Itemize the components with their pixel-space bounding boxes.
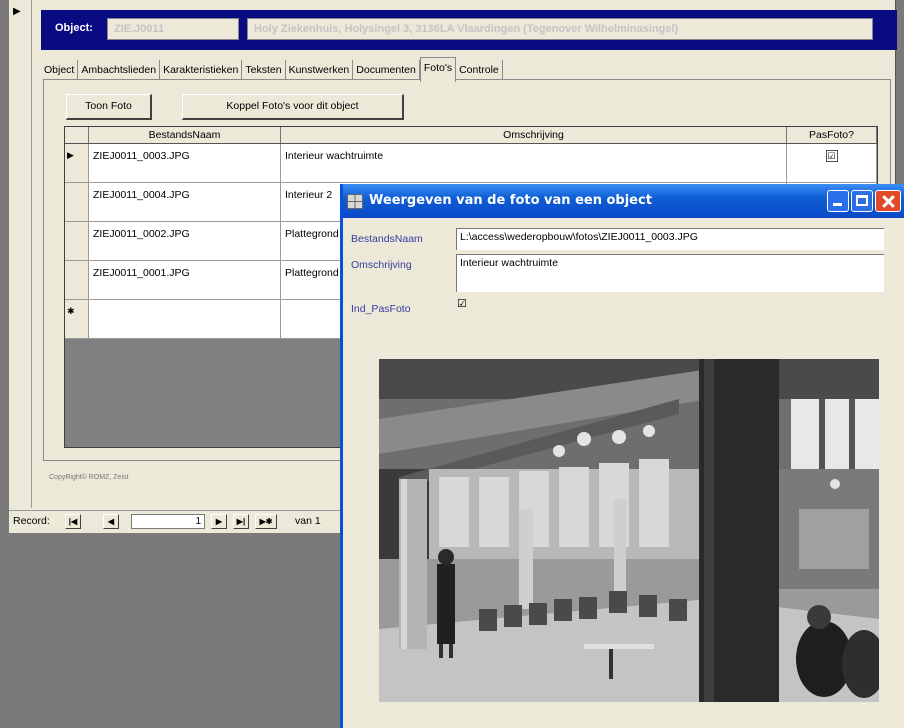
tab-teksten[interactable]: Teksten (242, 60, 286, 80)
filename-cell[interactable]: ZIEJ0011_0001.JPG (89, 261, 281, 299)
filename-cell[interactable]: ZIEJ0011_0002.JPG (89, 222, 281, 260)
record-count: van 1 (295, 515, 321, 527)
object-description-field[interactable]: Holy Ziekenhuis, Holysingel 3, 3136LA Vl… (247, 18, 873, 40)
window-titlebar[interactable]: Weergeven van de foto van een object (343, 184, 904, 218)
tab-karakteristieken[interactable]: Karakteristieken (160, 60, 243, 80)
new-record-button[interactable]: ▶✱ (255, 514, 277, 529)
maximize-button[interactable] (851, 190, 873, 212)
filename-cell[interactable] (89, 300, 281, 338)
pasfoto-checkbox[interactable]: ☑ (825, 150, 838, 162)
table-row[interactable]: ▶ ZIEJ0011_0003.JPG Interieur wachtruimt… (65, 144, 877, 183)
row-selector[interactable] (65, 222, 89, 260)
omschrijving-label: Omschrijving (351, 259, 412, 271)
tab-object[interactable]: Object (41, 60, 79, 80)
header-omschrijving[interactable]: Omschrijving (281, 127, 787, 143)
tab-fotos[interactable]: Foto's (419, 57, 457, 82)
last-record-button[interactable]: ▶| (233, 514, 249, 529)
record-selector-column[interactable]: ▶ (9, 0, 32, 508)
row-selector[interactable] (65, 183, 89, 221)
close-button[interactable] (875, 190, 901, 212)
first-record-button[interactable]: |◀ (65, 514, 81, 529)
tab-ambachtslieden[interactable]: Ambachtslieden (78, 60, 161, 80)
tab-strip: Object Ambachtslieden Karakteristieken T… (41, 57, 503, 82)
object-id-field[interactable]: ZIE.J0011 (107, 18, 239, 40)
row-selector[interactable] (65, 261, 89, 299)
object-label: Object: (55, 22, 93, 34)
filename-cell[interactable]: ZIEJ0011_0004.JPG (89, 183, 281, 221)
form-window-icon (347, 194, 363, 209)
pasfoto-checkbox[interactable]: ☑ (457, 297, 467, 310)
record-number-input[interactable]: 1 (131, 514, 205, 529)
toon-foto-button[interactable]: Toon Foto (66, 94, 152, 120)
koppel-fotos-button[interactable]: Koppel Foto's voor dit object (182, 94, 404, 120)
previous-record-button[interactable]: ◀ (103, 514, 119, 529)
record-navigation-bar: Record: |◀ ◀ 1 ▶ ▶| ▶✱ van 1 (9, 510, 349, 533)
copyright-text: CopyRight© ROMZ, Zeist (49, 474, 129, 481)
photo-viewer-window: Weergeven van de foto van een object Bes… (340, 184, 904, 728)
select-all-corner[interactable] (65, 127, 89, 143)
record-label: Record: (13, 515, 50, 527)
object-photo (379, 359, 879, 702)
tab-documenten[interactable]: Documenten (353, 60, 420, 80)
minimize-button[interactable] (827, 190, 849, 212)
bestandsnaam-field[interactable]: L:\access\wederopbouw\fotos\ZIEJ0011_000… (456, 228, 884, 250)
next-record-button[interactable]: ▶ (211, 514, 227, 529)
pasfoto-checkbox-cell[interactable]: ☑ (787, 144, 877, 182)
form-header: Object: ZIE.J0011 Holy Ziekenhuis, Holys… (41, 10, 897, 50)
header-pasfoto[interactable]: PasFoto? (787, 127, 877, 143)
row-selector[interactable]: ▶ (65, 144, 89, 182)
new-record-selector[interactable]: ✱ (65, 300, 89, 338)
tab-kunstwerken[interactable]: Kunstwerken (286, 60, 354, 80)
pasfoto-label: Ind_PasFoto (351, 303, 411, 315)
window-title: Weergeven van de foto van een object (369, 193, 652, 208)
filename-cell[interactable]: ZIEJ0011_0003.JPG (89, 144, 281, 182)
tab-controle[interactable]: Controle (456, 60, 503, 80)
omschrijving-field[interactable]: Interieur wachtruimte (456, 254, 884, 292)
photo-image (379, 359, 879, 702)
description-cell[interactable]: Interieur wachtruimte (281, 144, 787, 182)
grid-header: BestandsNaam Omschrijving PasFoto? (65, 127, 877, 144)
header-bestandsnaam[interactable]: BestandsNaam (89, 127, 281, 143)
bestandsnaam-label: BestandsNaam (351, 233, 423, 245)
current-record-arrow-icon: ▶ (13, 6, 21, 17)
